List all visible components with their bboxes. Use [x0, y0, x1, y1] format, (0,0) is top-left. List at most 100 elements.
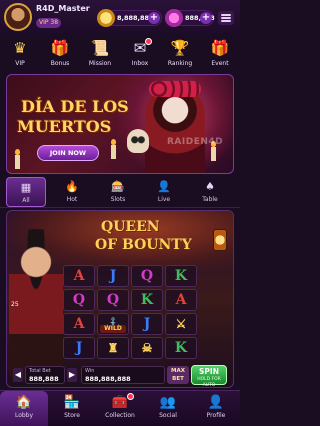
promo-banner[interactable]: DÍA DE LOS MUERTOS JOIN NOW RAIDEN4D [6, 74, 234, 174]
nav-ranking[interactable]: 🏆 Ranking [160, 38, 200, 72]
nav-inbox[interactable]: ✉ Inbox [120, 38, 160, 72]
total-bet-label: Total Bet [29, 368, 51, 374]
divider [0, 207, 240, 208]
candle-icon [211, 141, 216, 161]
wild-tag: WILD [100, 325, 126, 333]
house-icon: 🏠 [15, 395, 33, 410]
rose-crown [149, 81, 201, 97]
join-now-button[interactable]: JOIN NOW [37, 145, 99, 161]
tab-label: Hot [66, 196, 78, 203]
trophy-icon: 🏆 [170, 39, 190, 57]
username: R4D_Master [36, 4, 90, 13]
tab-hot[interactable]: 🔥 Hot [52, 177, 92, 207]
reel-symbol: ⚔ [165, 313, 197, 335]
bet-increase-button[interactable]: ▶ [67, 368, 77, 382]
win-label: Win [85, 368, 95, 374]
tab-all[interactable]: ▦ All [6, 177, 46, 207]
scroll-icon: 📜 [90, 39, 110, 57]
store-icon: 🏪 [63, 395, 81, 410]
nav-label: Event [211, 60, 229, 67]
catrina-figure [145, 85, 205, 173]
game-card-queen-of-bounty[interactable]: QUEEN OF BOUNTY 25 A J Q K Q Q K A A ⚓ WILD J ⚔ J ♜ ☠ K … [6, 210, 234, 388]
reel-symbol: ♜ [97, 337, 129, 359]
reel-symbol: K [131, 289, 163, 311]
reel-symbol: A [63, 313, 95, 335]
skull-icon [127, 129, 149, 153]
top-bar: R4D_Master VIP 38 8,888,888 + 888,888 + [0, 0, 240, 36]
reel-symbol: K [165, 337, 197, 359]
nav-label: Profile [206, 412, 226, 419]
nav-lobby[interactable]: 🏠 Lobby [0, 391, 48, 426]
slot-machine-icon: 🎰 [111, 180, 125, 193]
bottom-nav: 🏠 Lobby 🏪 Store 🧰 Collection 👥 Social 👤 Profile [0, 390, 240, 426]
vip-level-badge: VIP 38 [36, 18, 62, 28]
coin-icon [97, 9, 115, 27]
reel-symbol: A [63, 265, 95, 287]
reel-symbol: J [131, 313, 163, 335]
tab-label: Live [157, 196, 171, 203]
candle-icon [15, 149, 20, 169]
nav-label: Mission [88, 60, 112, 67]
nav-event[interactable]: 🎁 Event [200, 38, 240, 72]
nav-store[interactable]: 🏪 Store [48, 391, 96, 426]
reel-symbol: A [165, 289, 197, 311]
notification-badge [145, 38, 152, 45]
nav-label: Store [64, 412, 80, 419]
reel-symbol: K [165, 265, 197, 287]
add-coins-button[interactable]: + [148, 12, 160, 24]
profile-icon: 👤 [207, 395, 225, 410]
total-bet-value: 888,888 [29, 375, 59, 383]
nav-bonus[interactable]: 🎁 Bonus [40, 38, 80, 72]
watermark: RAIDEN4D [167, 137, 224, 147]
game-title-line2: OF BOUNTY [95, 237, 192, 253]
tab-label: Table [202, 196, 218, 203]
spin-button[interactable]: SPIN HOLD FOR AUTO [191, 365, 227, 388]
notification-badge [127, 393, 134, 400]
nav-profile[interactable]: 👤 Profile [192, 391, 240, 426]
coin-balance: 8,888,888 + [97, 9, 162, 27]
max-bet-button[interactable]: MAX BET [167, 366, 189, 384]
people-icon: 👥 [159, 395, 177, 410]
nav-label: Ranking [167, 60, 193, 67]
bet-decrease-button[interactable]: ◀ [13, 368, 23, 382]
treasure-chest-icon: 🧰 [111, 395, 129, 410]
avatar[interactable] [4, 3, 32, 31]
menu-icon[interactable] [218, 11, 234, 25]
tab-table[interactable]: ♠ Table [190, 177, 230, 207]
spin-sublabel: HOLD FOR AUTO [197, 377, 221, 388]
game-title-line1: QUEEN [101, 219, 160, 235]
tab-label: Slots [110, 196, 126, 203]
lantern-icon [213, 229, 227, 251]
candle-icon [111, 139, 116, 159]
bet-multiplier: 25 [11, 301, 19, 308]
banner-title-line1: DÍA DE LOS [21, 97, 129, 116]
flame-icon: 🔥 [65, 180, 79, 193]
gem-balance: 888,888 + [165, 9, 215, 27]
tab-live[interactable]: 👤 Live [144, 177, 184, 207]
reel-symbol: ⚓ WILD [97, 313, 129, 335]
nav-vip[interactable]: ♛ VIP [0, 38, 40, 72]
reel-symbol: J [97, 265, 129, 287]
reel-symbol: Q [97, 289, 129, 311]
gem-icon [165, 9, 183, 27]
reel-symbol: J [63, 337, 95, 359]
live-dealer-icon: 👤 [157, 180, 171, 193]
win-value: 888,888,888 [85, 375, 131, 383]
reel-grid: A J Q K Q Q K A A ⚓ WILD J ⚔ J ♜ ☠ K [63, 265, 231, 361]
nav-mission[interactable]: 📜 Mission [80, 38, 120, 72]
nav-collection[interactable]: 🧰 Collection [96, 391, 144, 426]
feature-icon-row: ♛ VIP 🎁 Bonus 📜 Mission ✉ Inbox 🏆 Ranking 🎁 Event [0, 38, 240, 72]
grid-icon: ▦ [20, 181, 32, 194]
reel-symbol: ☠ [131, 337, 163, 359]
present-icon: 🎁 [210, 39, 230, 57]
add-gems-button[interactable]: + [200, 12, 212, 24]
spin-label: SPIN [199, 367, 219, 376]
spade-icon: ♠ [205, 180, 215, 193]
gift-icon: 🎁 [50, 39, 70, 57]
nav-label: Lobby [14, 412, 34, 419]
nav-social[interactable]: 👥 Social [144, 391, 192, 426]
tab-slots[interactable]: 🎰 Slots [98, 177, 138, 207]
nav-label: VIP [15, 60, 25, 67]
spin-controls: ◀ Total Bet 888,888 ▶ Win 888,888,888 MA… [13, 364, 229, 388]
nav-label: Bonus [50, 60, 70, 67]
